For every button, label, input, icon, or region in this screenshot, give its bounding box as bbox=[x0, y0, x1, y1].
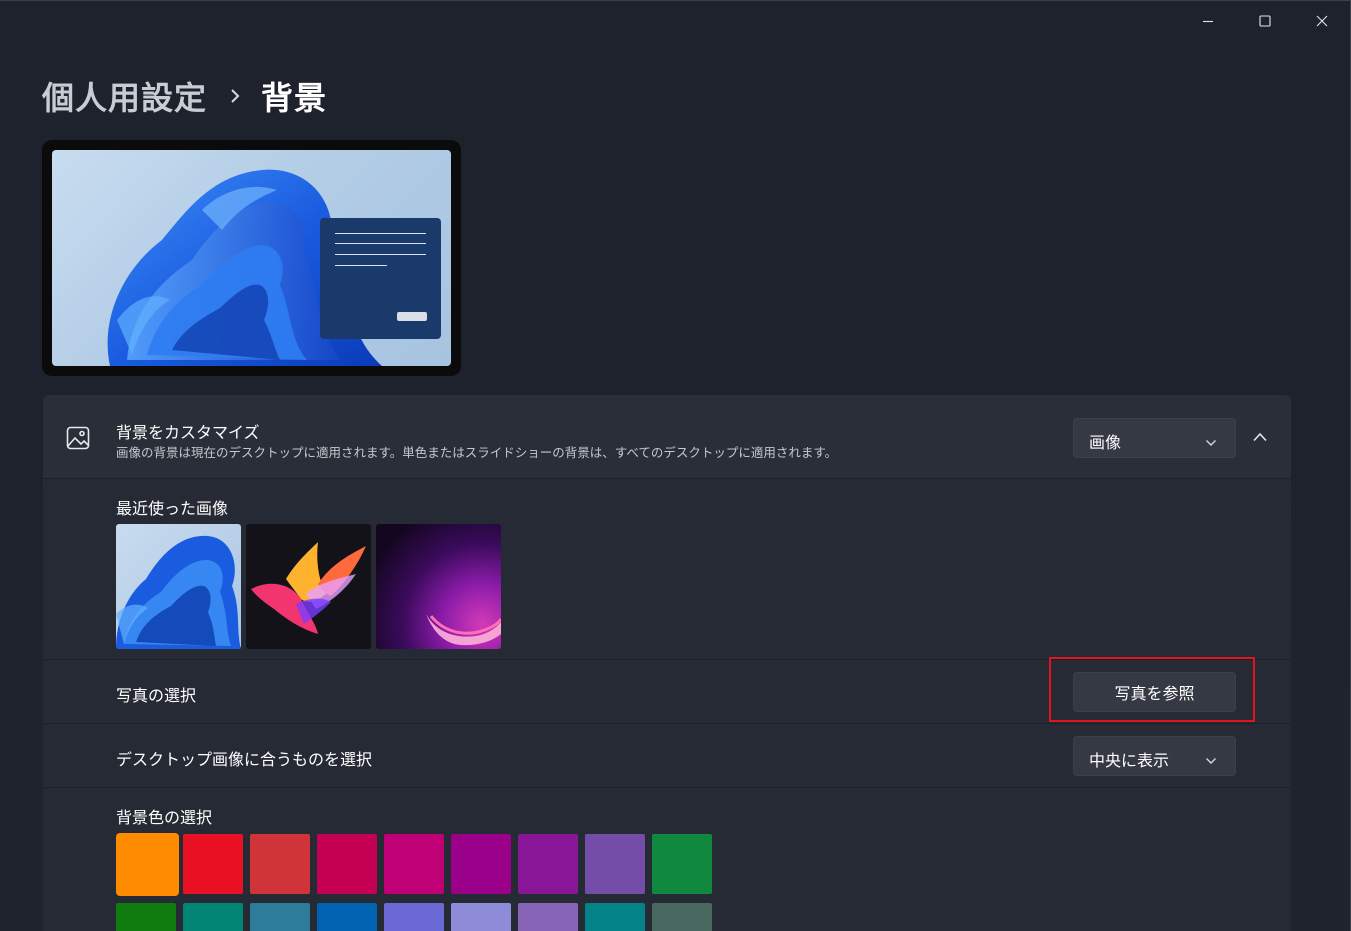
color-swatch-grid bbox=[116, 833, 712, 931]
preview-screen bbox=[52, 150, 451, 366]
breadcrumb: 個人用設定 背景 bbox=[42, 73, 327, 119]
color-swatch[interactable] bbox=[116, 903, 176, 931]
fit-dropdown[interactable]: 中央に表示 bbox=[1073, 736, 1236, 776]
color-swatch[interactable] bbox=[116, 833, 179, 896]
preview-line bbox=[335, 233, 426, 234]
close-button[interactable] bbox=[1293, 1, 1350, 41]
choose-photo-row: 写真の選択 写真を参照 bbox=[43, 660, 1291, 724]
chevron-up-icon bbox=[1253, 432, 1267, 442]
chevron-right-icon bbox=[229, 87, 241, 105]
recent-images-section: 最近使った画像 bbox=[43, 479, 1291, 660]
color-swatch[interactable] bbox=[384, 834, 444, 894]
browse-photos-button[interactable]: 写真を参照 bbox=[1073, 672, 1236, 712]
background-settings-card: 背景をカスタマイズ 画像の背景は現在のデスクトップに適用されます。単色またはスラ… bbox=[43, 395, 1291, 931]
customize-description: 画像の背景は現在のデスクトップに適用されます。単色またはスライドショーの背景は、… bbox=[116, 445, 838, 460]
breadcrumb-parent[interactable]: 個人用設定 bbox=[42, 73, 207, 119]
recent-image-bloom-blue[interactable] bbox=[116, 524, 241, 649]
bloom-colorful-image bbox=[251, 542, 366, 634]
background-color-section: 背景色の選択 bbox=[43, 788, 1291, 931]
choose-photo-label: 写真の選択 bbox=[116, 686, 197, 705]
preview-line bbox=[335, 254, 426, 255]
recent-image-purple-glow[interactable] bbox=[376, 524, 501, 649]
color-swatch[interactable] bbox=[652, 834, 712, 894]
fit-value: 中央に表示 bbox=[1089, 751, 1170, 770]
recent-image-bloom-colorful[interactable] bbox=[246, 524, 371, 649]
color-swatch[interactable] bbox=[518, 834, 578, 894]
chevron-down-icon bbox=[1205, 751, 1217, 770]
color-swatch[interactable] bbox=[384, 903, 444, 931]
preview-window-mockup bbox=[320, 218, 441, 339]
preview-button bbox=[397, 312, 427, 321]
color-swatch[interactable] bbox=[317, 903, 377, 931]
desktop-preview bbox=[42, 140, 461, 376]
background-type-value: 画像 bbox=[1089, 433, 1122, 452]
preview-line bbox=[335, 265, 387, 266]
color-swatch[interactable] bbox=[250, 834, 310, 894]
color-swatch[interactable] bbox=[518, 903, 578, 931]
maximize-button[interactable] bbox=[1236, 1, 1293, 41]
minimize-icon bbox=[1202, 20, 1213, 23]
color-swatch[interactable] bbox=[451, 903, 511, 931]
background-type-dropdown[interactable]: 画像 bbox=[1073, 418, 1236, 458]
color-swatch[interactable] bbox=[451, 834, 511, 894]
color-swatch[interactable] bbox=[317, 834, 377, 894]
recent-images-list bbox=[116, 524, 501, 649]
chevron-down-icon bbox=[1205, 433, 1217, 452]
page-title: 背景 bbox=[261, 79, 328, 117]
caption-buttons bbox=[1179, 1, 1350, 41]
fit-label: デスクトップ画像に合うものを選択 bbox=[116, 750, 373, 769]
collapse-button[interactable] bbox=[1248, 425, 1272, 449]
preview-line bbox=[335, 243, 426, 244]
purple-glow-image bbox=[426, 614, 501, 646]
minimize-button[interactable] bbox=[1179, 1, 1236, 41]
background-color-label: 背景色の選択 bbox=[116, 808, 213, 827]
maximize-icon bbox=[1258, 15, 1271, 27]
customize-title: 背景をカスタマイズ bbox=[116, 423, 260, 442]
customize-header[interactable]: 背景をカスタマイズ 画像の背景は現在のデスクトップに適用されます。単色またはスラ… bbox=[43, 395, 1291, 479]
close-icon bbox=[1316, 15, 1327, 27]
fit-row: デスクトップ画像に合うものを選択 中央に表示 bbox=[43, 724, 1291, 788]
settings-window: 個人用設定 背景 背景をカスタマイズ 画像の背景は現在のデスクトップに適用されま… bbox=[0, 0, 1351, 931]
image-icon bbox=[65, 425, 91, 451]
bloom-blue-image bbox=[116, 535, 241, 649]
color-swatch[interactable] bbox=[183, 834, 243, 894]
color-swatch[interactable] bbox=[183, 903, 243, 931]
color-swatch[interactable] bbox=[585, 834, 645, 894]
color-swatch[interactable] bbox=[250, 903, 310, 931]
color-swatch[interactable] bbox=[652, 903, 712, 931]
color-swatch[interactable] bbox=[585, 903, 645, 931]
recent-images-label: 最近使った画像 bbox=[116, 499, 229, 518]
